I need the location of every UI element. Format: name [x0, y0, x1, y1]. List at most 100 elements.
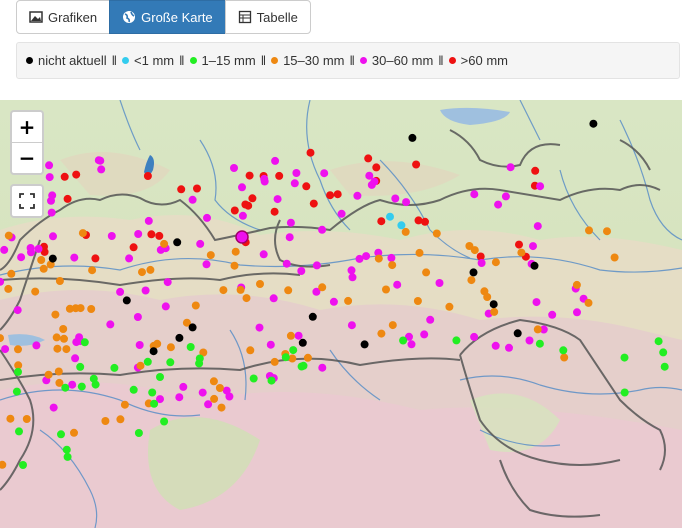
station-marker[interactable] [19, 461, 27, 469]
station-marker[interactable] [536, 182, 545, 191]
station-marker[interactable] [51, 310, 60, 319]
station-marker[interactable] [259, 250, 268, 259]
station-marker[interactable] [435, 279, 444, 287]
station-marker[interactable] [292, 169, 301, 177]
station-marker[interactable] [470, 246, 479, 255]
station-marker[interactable] [48, 254, 57, 263]
station-marker[interactable] [0, 245, 9, 254]
station-marker[interactable] [290, 179, 299, 188]
station-marker[interactable] [76, 304, 85, 313]
station-marker[interactable] [106, 320, 115, 329]
station-marker[interactable] [407, 340, 416, 349]
station-marker[interactable] [255, 323, 264, 332]
station-marker[interactable] [148, 388, 157, 397]
station-marker[interactable] [320, 169, 329, 178]
station-marker[interactable] [242, 294, 251, 303]
station-marker[interactable] [387, 253, 396, 262]
station-marker[interactable] [285, 233, 294, 242]
station-marker[interactable] [337, 209, 346, 218]
station-marker[interactable] [483, 293, 492, 301]
station-marker[interactable] [163, 278, 172, 287]
station-marker[interactable] [68, 380, 77, 389]
station-marker[interactable] [353, 191, 362, 200]
station-marker[interactable] [660, 362, 669, 371]
station-marker[interactable] [585, 226, 593, 235]
station-marker[interactable] [231, 247, 240, 256]
station-marker[interactable] [160, 417, 169, 426]
station-marker[interactable] [71, 354, 80, 363]
station-marker[interactable] [298, 338, 307, 347]
station-marker[interactable] [107, 232, 116, 240]
station-marker[interactable] [72, 170, 81, 179]
station-marker[interactable] [60, 334, 68, 343]
station-marker[interactable] [289, 346, 298, 355]
station-marker[interactable] [149, 347, 158, 356]
station-marker[interactable] [14, 345, 22, 354]
station-marker[interactable] [489, 300, 498, 309]
station-marker[interactable] [491, 258, 500, 267]
station-marker[interactable] [34, 244, 43, 253]
station-marker[interactable] [360, 340, 369, 349]
station-marker[interactable] [377, 217, 386, 226]
station-marker[interactable] [70, 428, 78, 437]
station-marker[interactable] [7, 269, 16, 278]
station-marker[interactable] [654, 337, 663, 346]
station-marker[interactable] [515, 240, 523, 249]
station-marker[interactable] [535, 339, 544, 348]
station-marker[interactable] [63, 452, 72, 461]
station-marker[interactable] [129, 385, 138, 394]
station-marker[interactable] [445, 302, 454, 311]
station-marker[interactable] [286, 218, 295, 227]
station-marker[interactable] [31, 287, 40, 296]
station-marker[interactable] [414, 216, 423, 225]
station-marker[interactable] [177, 185, 186, 194]
station-marker[interactable] [53, 344, 62, 353]
map-area[interactable]: + − [0, 100, 682, 528]
station-marker[interactable] [13, 306, 22, 315]
station-marker[interactable] [49, 232, 57, 241]
station-marker[interactable] [65, 304, 74, 313]
station-marker[interactable] [78, 229, 87, 238]
station-marker[interactable] [150, 399, 159, 408]
station-marker[interactable] [377, 329, 386, 338]
station-marker[interactable] [318, 283, 327, 292]
station-marker[interactable] [348, 273, 357, 282]
station-marker[interactable] [477, 259, 486, 267]
station-marker[interactable] [382, 285, 390, 294]
station-marker[interactable] [80, 338, 89, 347]
station-marker[interactable] [15, 427, 23, 436]
station-marker[interactable] [420, 330, 429, 339]
station-marker[interactable] [160, 239, 169, 248]
station-marker[interactable] [55, 277, 64, 285]
station-marker[interactable] [333, 190, 342, 199]
station-marker[interactable] [282, 259, 291, 268]
station-marker[interactable] [188, 195, 197, 204]
station-marker[interactable] [61, 383, 70, 392]
station-marker[interactable] [166, 358, 175, 367]
station-marker[interactable] [134, 230, 143, 238]
station-marker[interactable] [203, 213, 211, 222]
station-marker[interactable] [572, 280, 581, 289]
station-marker[interactable] [133, 313, 142, 321]
station-marker[interactable] [490, 307, 499, 316]
station-marker[interactable] [393, 280, 402, 289]
station-marker[interactable] [533, 325, 542, 334]
tab-grafiken[interactable]: Grafiken [16, 0, 111, 34]
station-marker[interactable] [286, 331, 295, 340]
station-marker[interactable] [367, 180, 376, 189]
station-marker[interactable] [412, 160, 421, 169]
station-marker[interactable] [318, 363, 327, 372]
station-marker[interactable] [101, 417, 110, 425]
station-marker[interactable] [97, 165, 106, 174]
station-marker[interactable] [238, 183, 246, 192]
station-marker[interactable] [12, 387, 21, 396]
station-marker[interactable] [52, 333, 61, 342]
station-marker[interactable] [401, 227, 410, 236]
station-marker[interactable] [531, 166, 540, 175]
station-marker[interactable] [173, 238, 182, 247]
station-marker[interactable] [256, 280, 264, 288]
station-marker[interactable] [76, 362, 85, 371]
station-marker[interactable] [506, 163, 515, 172]
station-marker[interactable] [161, 302, 170, 311]
station-marker[interactable] [270, 207, 279, 216]
